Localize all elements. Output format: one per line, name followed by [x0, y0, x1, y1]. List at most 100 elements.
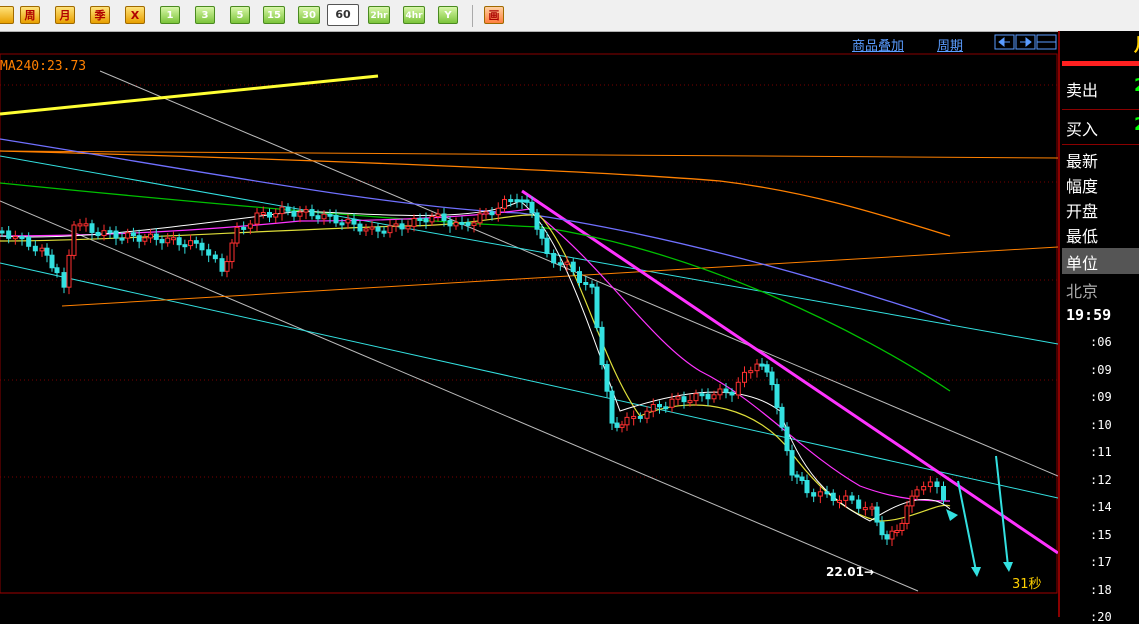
candle [212, 254, 218, 260]
candle [589, 283, 595, 288]
candle [764, 364, 770, 373]
field-low: 最低 [1066, 227, 1099, 246]
candle [811, 492, 817, 497]
period-button-4hr[interactable]: 4hr [403, 6, 425, 24]
candle [303, 209, 309, 213]
tick-time: :10 [1090, 417, 1112, 432]
candle [441, 213, 447, 222]
candle [729, 391, 735, 396]
candle [539, 228, 545, 239]
candle [921, 486, 927, 491]
period-button-60-selected[interactable]: 60 [327, 4, 359, 26]
period-button-week[interactable]: 周 [20, 6, 40, 24]
candle [345, 218, 351, 224]
candle [909, 495, 915, 507]
candle [61, 272, 67, 288]
candle [89, 223, 95, 233]
candle [130, 232, 136, 237]
period-button-30[interactable]: 30 [298, 6, 320, 24]
candle [557, 262, 563, 266]
tick-time: :18 [1090, 582, 1112, 597]
candle [477, 213, 483, 224]
candle [759, 363, 765, 367]
candle [327, 213, 333, 217]
candle [817, 491, 823, 497]
draw-tool-button[interactable]: 画 [484, 6, 504, 24]
candle [884, 534, 890, 540]
candle [125, 232, 131, 239]
candle [544, 237, 550, 254]
candle [519, 199, 525, 203]
period-button-year[interactable]: Y [438, 6, 458, 24]
candle [769, 371, 775, 386]
candle [435, 213, 441, 217]
candle [495, 207, 501, 216]
period-button-day[interactable] [0, 6, 14, 24]
candle [502, 199, 507, 209]
candle [657, 404, 662, 408]
candle [604, 364, 610, 392]
low-price-label: 22.01→ [826, 565, 875, 579]
period-button-quarter[interactable]: 季 [90, 6, 110, 24]
candle [66, 254, 72, 288]
candle [429, 215, 435, 223]
period-button-15[interactable]: 15 [263, 6, 285, 24]
layout-switch-icons[interactable] [994, 33, 1058, 51]
candle [279, 206, 285, 215]
candle [193, 240, 199, 244]
period-button-5[interactable]: 5 [230, 6, 250, 24]
candle [267, 211, 272, 218]
candle [273, 213, 279, 218]
buy-label: 买入 [1066, 120, 1099, 139]
tick-time: :09 [1090, 390, 1112, 404]
period-button-3[interactable]: 3 [195, 6, 215, 24]
candle [453, 221, 459, 227]
candle [874, 506, 880, 523]
candlestick-chart[interactable]: MA240:23.73 商品叠加 周期 22.01→ 31秒 [0, 31, 1058, 617]
candle [95, 231, 101, 237]
candle [459, 221, 465, 225]
candle [631, 415, 637, 419]
candle [357, 223, 363, 232]
overlay-commodity-link[interactable]: 商品叠加 [852, 35, 904, 54]
candle [148, 233, 154, 239]
candle [837, 499, 842, 503]
candle [774, 384, 780, 408]
candle [514, 199, 520, 203]
candle [309, 209, 315, 217]
candle [260, 211, 266, 215]
candle [717, 388, 723, 396]
candle [599, 326, 605, 366]
candle [229, 242, 235, 263]
candle [83, 223, 89, 227]
period-button-month[interactable]: 月 [55, 6, 75, 24]
period-button-2hr[interactable]: 2hr [368, 6, 390, 24]
period-link[interactable]: 周期 [937, 35, 963, 54]
tick-time: :09 [1090, 362, 1112, 377]
candle [363, 228, 369, 232]
candle [285, 206, 291, 212]
candle [351, 218, 357, 225]
period-button-1[interactable]: 1 [160, 6, 180, 24]
candle [830, 492, 836, 501]
candle [339, 222, 345, 226]
candle [375, 226, 381, 232]
sell-label: 卖出 [1066, 81, 1099, 100]
candle [219, 258, 225, 272]
candle [49, 254, 55, 269]
candle [899, 522, 905, 532]
candle [26, 236, 32, 247]
candle [889, 530, 895, 540]
candle [101, 230, 107, 237]
chart-canvas [0, 53, 1058, 594]
candle [77, 223, 83, 227]
candle [663, 406, 669, 410]
buy-value: 2 [1134, 114, 1139, 135]
candle [165, 237, 171, 244]
candle [333, 214, 339, 224]
candle [508, 199, 514, 203]
candle [153, 233, 159, 240]
ma240-label: MA240:23.73 [0, 59, 87, 74]
period-button-x[interactable]: X [125, 6, 145, 24]
candle [551, 252, 557, 264]
